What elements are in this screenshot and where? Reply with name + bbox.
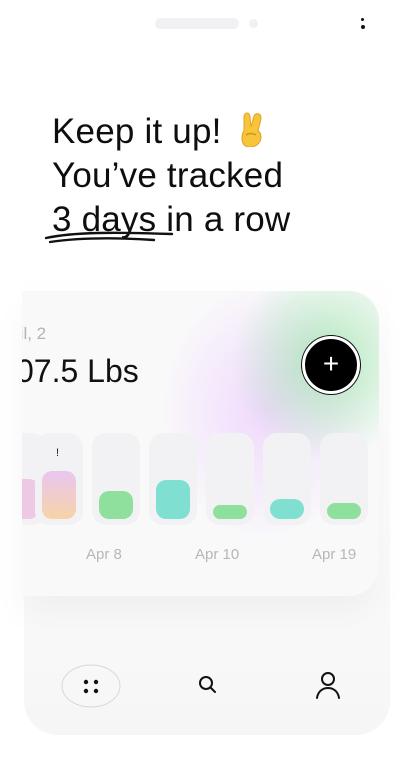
scribble-underline	[44, 231, 174, 244]
camera-dot	[249, 19, 258, 28]
bar	[213, 505, 247, 519]
bar-column[interactable]: !	[35, 433, 83, 525]
bar-column[interactable]	[92, 433, 140, 525]
bar	[99, 491, 133, 519]
bar-mark-icon: !	[56, 447, 60, 459]
headline-line-1: Keep it up!	[52, 110, 290, 154]
notch-pill	[155, 18, 239, 29]
add-entry-button[interactable]: +	[302, 336, 360, 394]
search-icon[interactable]	[196, 672, 220, 696]
menu-dots-icon[interactable]	[60, 662, 122, 710]
status-dots-icon	[360, 18, 366, 32]
bar-column[interactable]	[320, 433, 368, 525]
x-tick-apr-8: Apr 8	[86, 546, 122, 563]
bar	[270, 499, 304, 519]
headline-text-1: Keep it up!	[52, 112, 222, 151]
bar	[42, 471, 76, 519]
streak-rest: in a row	[156, 200, 291, 239]
x-tick-apr-10: Apr 10	[195, 546, 240, 563]
bar-column[interactable]	[206, 433, 254, 525]
weight-card: ril, 2 07.5 Lbs + ! Apr 8 Apr 10 Apr 19	[22, 291, 379, 596]
bar	[156, 480, 190, 519]
weight-value: 07.5 Lbs	[22, 353, 139, 389]
headline: Keep it up! You’ve tracked 3 days in a r…	[52, 110, 290, 242]
x-tick-apr-19: Apr 19	[312, 546, 357, 563]
user-icon[interactable]	[314, 670, 342, 700]
bar-column[interactable]	[149, 433, 197, 525]
headline-line-2: You’ve tracked	[52, 156, 284, 195]
victory-hand-emoji	[241, 112, 262, 147]
bar	[327, 503, 361, 519]
bar-column[interactable]	[263, 433, 311, 525]
date-label: ril, 2	[22, 324, 47, 343]
